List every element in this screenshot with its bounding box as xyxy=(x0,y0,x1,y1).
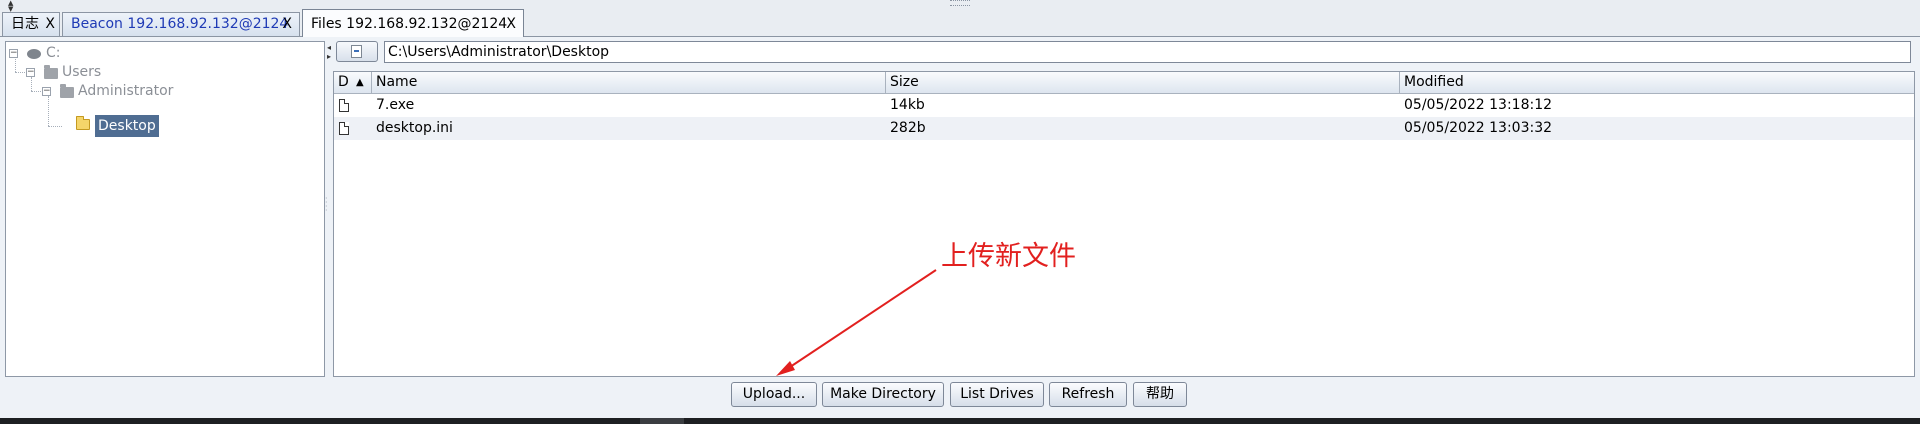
tab-bar: 日志 X Beacon 192.168.92.132@2124 X Files … xyxy=(0,9,1920,37)
file-modified: 05/05/2022 13:03:32 xyxy=(1404,120,1553,136)
bottom-bar xyxy=(0,418,1920,424)
tree-line xyxy=(48,126,62,127)
column-d[interactable]: D ▲ xyxy=(334,72,372,93)
folder-icon xyxy=(60,84,74,98)
file-browser-panel: − C: − Users − Administrator Desktop · · ·… xyxy=(0,36,1920,419)
tab-files-close[interactable]: X xyxy=(506,13,516,35)
annotation-label: 上传新文件 xyxy=(941,241,1076,272)
tree-line xyxy=(15,56,16,72)
folder-open-icon xyxy=(76,116,90,130)
help-button[interactable]: 帮助 xyxy=(1133,382,1187,407)
tab-files[interactable]: Files 192.168.92.132@2124 X xyxy=(302,9,524,37)
expand-toggle[interactable]: − xyxy=(9,49,18,58)
file-modified: 05/05/2022 13:18:12 xyxy=(1404,97,1553,113)
file-icon xyxy=(339,122,349,135)
file-name: 7.exe xyxy=(376,97,415,113)
tree-item-users[interactable]: Users xyxy=(62,62,101,82)
path-input[interactable] xyxy=(384,41,1911,63)
tab-files-label: Files 192.168.92.132@2124 xyxy=(311,16,508,32)
tree-item-administrator[interactable]: Administrator xyxy=(78,81,173,101)
expand-toggle[interactable]: − xyxy=(42,87,51,96)
column-d-label: D xyxy=(338,74,349,90)
refresh-button[interactable]: Refresh xyxy=(1049,382,1127,407)
tab-log-label: 日志 xyxy=(11,16,39,32)
up-folder-button[interactable] xyxy=(336,41,378,62)
file-size: 14kb xyxy=(890,97,925,113)
table-row[interactable]: desktop.ini 282b 05/05/2022 13:03:32 xyxy=(334,117,1914,140)
table-row[interactable]: 7.exe 14kb 05/05/2022 13:18:12 xyxy=(334,94,1914,117)
tab-beacon[interactable]: Beacon 192.168.92.132@2124 X xyxy=(62,12,300,36)
file-icon xyxy=(339,99,349,112)
tab-log-close[interactable]: X xyxy=(45,13,55,35)
tree-line xyxy=(48,96,49,126)
directory-tree[interactable]: − C: − Users − Administrator Desktop xyxy=(5,41,325,377)
upload-button[interactable]: Upload... xyxy=(731,382,817,407)
column-name[interactable]: Name xyxy=(372,72,886,93)
drive-icon xyxy=(27,49,41,59)
file-size: 282b xyxy=(890,120,926,136)
tree-item-desktop[interactable]: Desktop xyxy=(95,115,159,137)
tree-item-drive[interactable]: C: xyxy=(46,43,61,63)
column-size[interactable]: Size xyxy=(886,72,1400,93)
nav-left-arrows[interactable]: ◂ ▸ xyxy=(327,43,331,61)
file-name: desktop.ini xyxy=(376,120,453,136)
sort-ascending-icon: ▲ xyxy=(356,77,364,88)
tab-log[interactable]: 日志 X xyxy=(2,12,60,36)
column-modified[interactable]: Modified xyxy=(1400,72,1914,93)
make-directory-button[interactable]: Make Directory xyxy=(822,382,944,407)
list-drives-button[interactable]: List Drives xyxy=(950,382,1044,407)
folder-icon xyxy=(44,65,58,79)
file-table[interactable]: D ▲ Name Size Modified 7.exe 14kb 05/05/… xyxy=(333,71,1915,377)
up-folder-icon xyxy=(351,45,362,58)
panel-splitter[interactable]: · · · · xyxy=(325,195,328,215)
table-header: D ▲ Name Size Modified xyxy=(334,72,1914,94)
split-grip[interactable] xyxy=(950,0,970,6)
tab-beacon-label: Beacon 192.168.92.132@2124 xyxy=(71,16,289,32)
expand-toggle[interactable]: − xyxy=(26,68,35,77)
bottom-bar-segment xyxy=(640,418,684,424)
tab-beacon-close[interactable]: X xyxy=(282,13,292,35)
tree-line xyxy=(31,77,32,91)
